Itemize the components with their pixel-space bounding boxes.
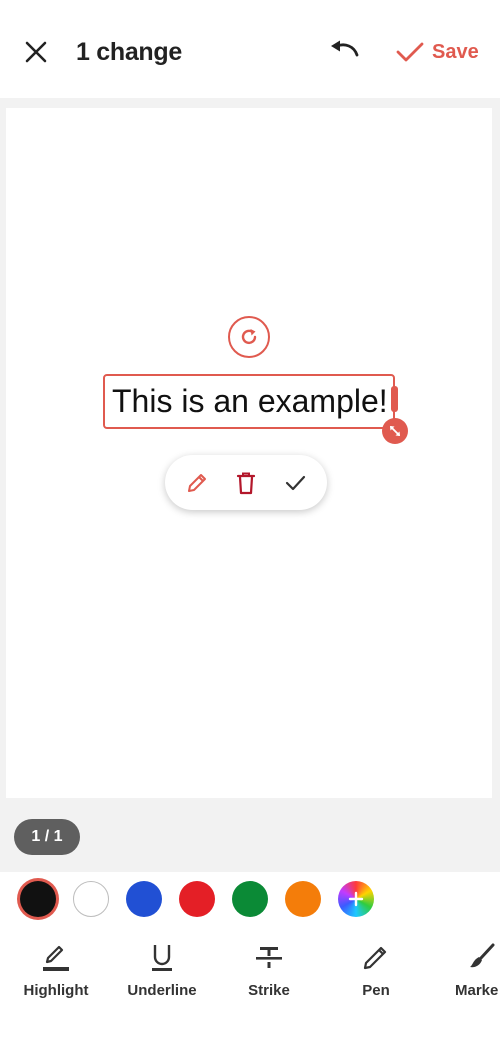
tool-underline[interactable]: Underline <box>117 938 207 1008</box>
color-swatch-white[interactable] <box>73 881 109 917</box>
edit-button[interactable] <box>179 465 215 501</box>
close-button[interactable] <box>20 36 52 68</box>
pdf-editor-screen: 1 change Save This is an example! 1 / 1 … <box>0 0 500 1056</box>
color-swatch-green[interactable] <box>232 881 268 917</box>
pencil-icon <box>188 473 207 492</box>
top-app-bar: 1 change Save <box>0 0 500 98</box>
check-icon <box>396 42 424 62</box>
width-handle[interactable] <box>391 386 398 412</box>
pen-icon <box>363 946 387 970</box>
document-page[interactable]: This is an example! <box>6 108 492 798</box>
plus-icon <box>348 891 364 907</box>
delete-button[interactable] <box>228 465 264 501</box>
tool-strike[interactable]: Strike <box>224 938 314 1008</box>
annotation-text: This is an example! <box>112 383 388 419</box>
marker-icon <box>470 943 495 968</box>
strikethrough-icon <box>256 947 282 968</box>
color-swatch-black[interactable] <box>20 881 56 917</box>
rotate-icon <box>241 329 257 345</box>
color-swatch-orange[interactable] <box>285 881 321 917</box>
tool-label: Pen <box>362 982 390 999</box>
trash-icon <box>236 472 256 494</box>
text-annotation[interactable]: This is an example! <box>103 374 395 429</box>
page-title: 1 change <box>76 38 182 66</box>
rotate-handle[interactable] <box>228 316 270 358</box>
color-palette <box>0 872 500 928</box>
resize-icon <box>390 426 400 436</box>
highlight-icon <box>43 945 69 971</box>
undo-icon <box>331 40 359 57</box>
custom-color-button[interactable] <box>338 881 374 917</box>
tool-label: Strike <box>248 982 290 999</box>
tool-label: Highlight <box>23 982 89 999</box>
underline-icon <box>152 945 172 971</box>
save-label: Save <box>432 40 479 63</box>
tool-bar: Highlight Underline Strike Pen Marke <box>0 938 500 1018</box>
annotation-actions <box>165 455 327 510</box>
close-icon <box>25 41 47 63</box>
color-swatch-blue[interactable] <box>126 881 162 917</box>
confirm-button[interactable] <box>277 465 313 501</box>
save-button[interactable]: Save <box>396 36 479 68</box>
page-indicator: 1 / 1 <box>14 819 80 855</box>
tool-label: Underline <box>127 982 197 999</box>
undo-button[interactable] <box>326 36 362 68</box>
tool-highlight[interactable]: Highlight <box>11 938 101 1008</box>
check-icon <box>285 475 305 490</box>
resize-handle[interactable] <box>382 418 408 444</box>
tool-marker[interactable]: Marke <box>437 938 500 1008</box>
tool-label: Marke <box>455 982 499 999</box>
annotation-toolbar: Highlight Underline Strike Pen Marke <box>0 872 500 1056</box>
tool-pen[interactable]: Pen <box>331 938 421 1008</box>
color-swatch-red[interactable] <box>179 881 215 917</box>
